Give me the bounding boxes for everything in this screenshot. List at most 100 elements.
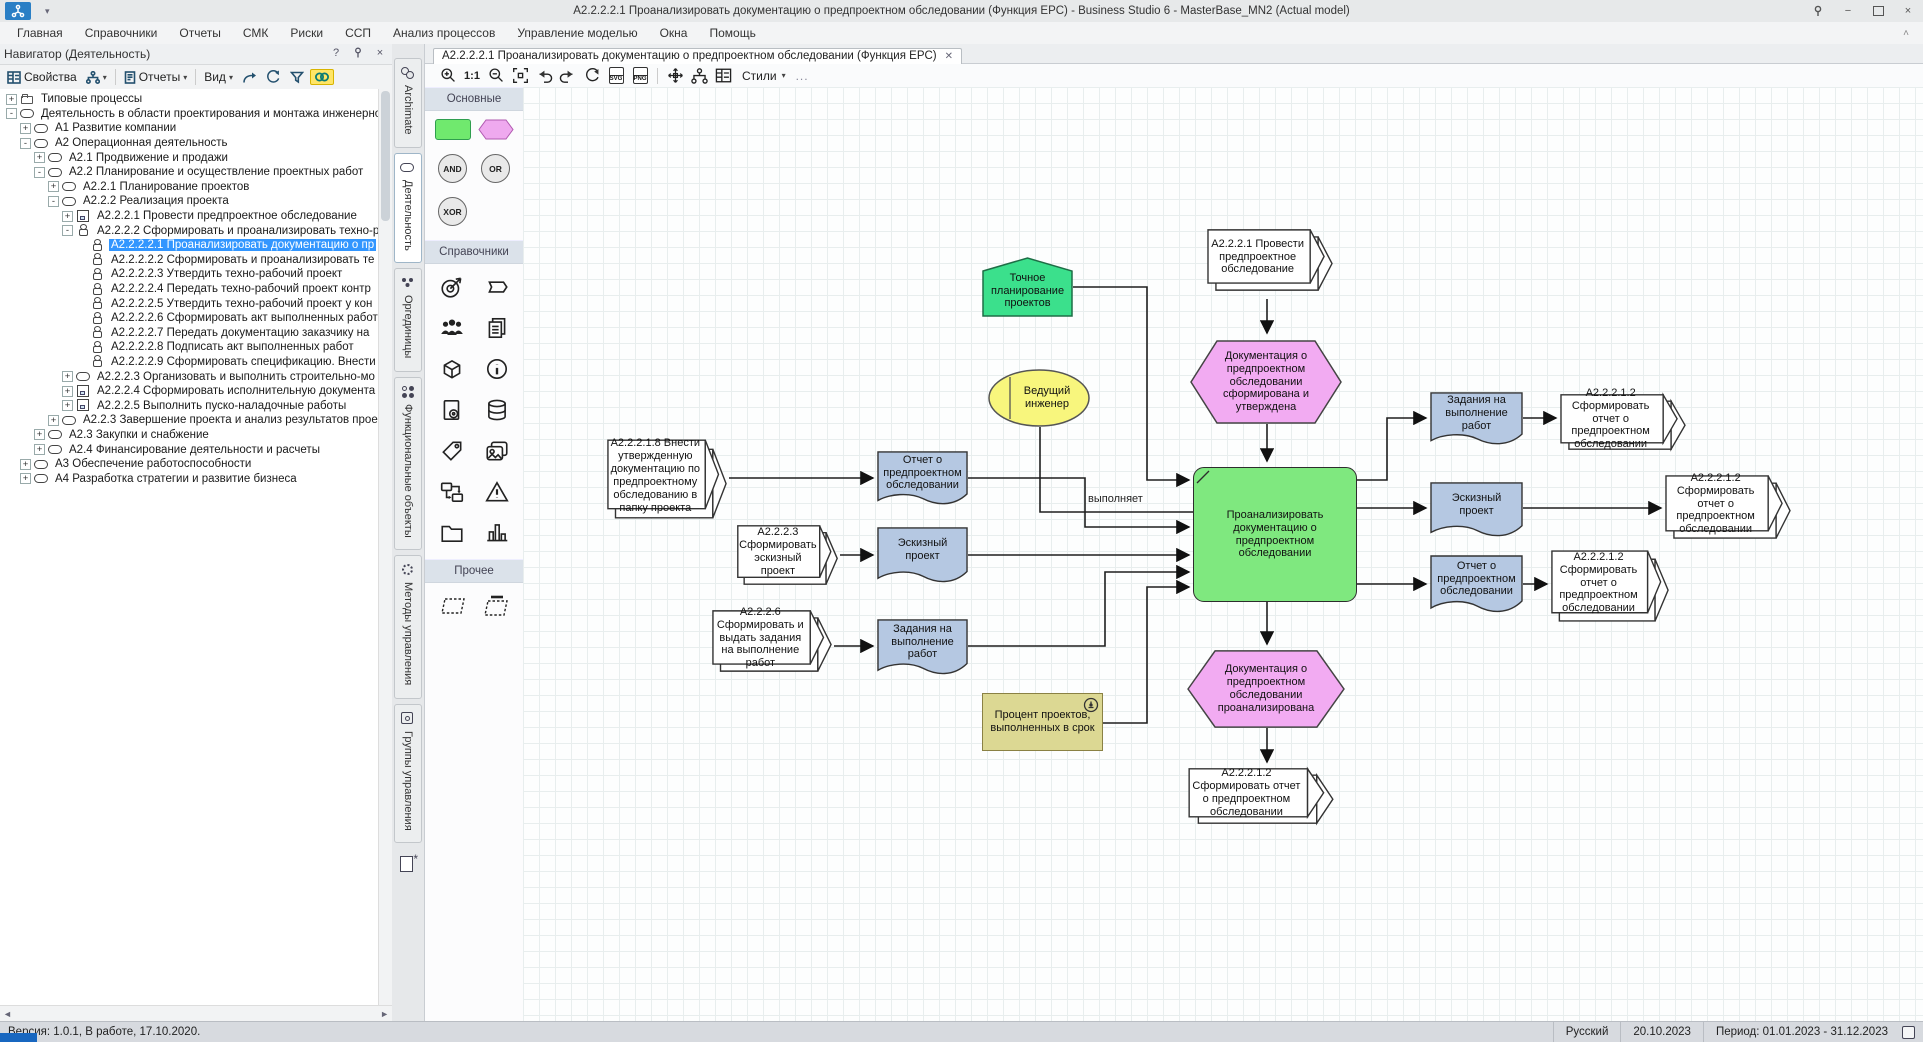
- node-doc-report-left[interactable]: Отчет о предпроектном обследовании: [877, 451, 968, 507]
- tree-item[interactable]: A2.2.2.2.2 Сформировать и проанализирова…: [0, 253, 379, 268]
- hierarchy-button[interactable]: ▾: [83, 70, 110, 85]
- org-units-icon[interactable]: [439, 315, 465, 344]
- tree-expander-icon[interactable]: +: [20, 459, 31, 470]
- node-doc-sketch-left[interactable]: Эскизный проект: [877, 527, 968, 585]
- tree-expander-icon[interactable]: +: [48, 415, 59, 426]
- tree-horizontal-scrollbar[interactable]: ◄ ►: [0, 1005, 392, 1022]
- diagram-properties-button[interactable]: [714, 67, 732, 85]
- node-role-engineer[interactable]: Ведущий инженер: [988, 369, 1090, 427]
- styles-dropdown-icon[interactable]: ▾: [782, 71, 786, 80]
- palette-event-shape[interactable]: [478, 119, 514, 140]
- media-document-icon[interactable]: [439, 397, 465, 426]
- close-button[interactable]: ×: [1893, 0, 1923, 22]
- tree-expander-icon[interactable]: +: [34, 444, 45, 455]
- tree-item[interactable]: - A2.2.2.2 Сформировать и проанализирова…: [0, 223, 379, 238]
- object-icon[interactable]: [439, 356, 465, 385]
- export-png-button[interactable]: PNG: [631, 67, 649, 85]
- tree-expander-icon[interactable]: -: [20, 138, 31, 149]
- palette-category-tab[interactable]: Группы управления: [394, 704, 422, 844]
- info-icon[interactable]: [484, 356, 510, 385]
- node-interface-report-3[interactable]: A2.2.2.1.2 Сформировать отчет о предпрое…: [1551, 550, 1669, 622]
- tree-expander-icon[interactable]: -: [6, 108, 17, 119]
- frame-icon[interactable]: [440, 595, 466, 620]
- hierarchy-view-button[interactable]: [690, 67, 708, 85]
- navigator-pin-icon[interactable]: [350, 47, 366, 61]
- node-interface-a22218[interactable]: A2.2.2.1.8 Внести утвержденную документа…: [607, 439, 727, 519]
- menu-item[interactable]: СМК: [232, 24, 280, 42]
- tree-expander-icon[interactable]: +: [62, 386, 73, 397]
- new-diagram-icon[interactable]: [398, 854, 418, 876]
- node-doc-sketch-right[interactable]: Эскизный проект: [1430, 482, 1523, 539]
- diagram-canvas[interactable]: выполняет Точное планирование проектов A…: [523, 87, 1923, 1022]
- node-interface-a2223[interactable]: A2.2.2.3 Сформировать эскизный проект: [737, 525, 838, 585]
- tree-item[interactable]: A2.2.2.2.5 Утвердить техно-рабочий проек…: [0, 296, 379, 311]
- link-filter-icon[interactable]: [310, 69, 334, 85]
- properties-button[interactable]: Свойства: [4, 69, 80, 85]
- node-interface-report-1[interactable]: A2.2.2.1.2 Сформировать отчет о предпрое…: [1560, 394, 1686, 450]
- palette-and-gateway[interactable]: AND: [438, 154, 467, 183]
- zoom-in-button[interactable]: [439, 67, 457, 85]
- tree-item[interactable]: + A4 Разработка стратегии и развитие биз…: [0, 471, 379, 486]
- tree-item[interactable]: - A2.2.2 Реализация проекта: [0, 194, 379, 209]
- risk-icon[interactable]: [484, 479, 510, 508]
- tree-item[interactable]: A2.2.2.2.4 Передать техно-рабочий проект…: [0, 282, 379, 297]
- menu-item[interactable]: Справочники: [74, 24, 169, 42]
- menu-item[interactable]: Помощь: [698, 24, 766, 42]
- restore-button[interactable]: [1863, 0, 1893, 22]
- images-icon[interactable]: [484, 438, 510, 467]
- notes-icon[interactable]: [1902, 1026, 1915, 1039]
- tree-item[interactable]: A2.2.2.2.1 Проанализировать документацию…: [0, 238, 379, 253]
- scroll-left-icon[interactable]: ◄: [3, 1009, 12, 1019]
- menu-item[interactable]: Окна: [649, 24, 699, 42]
- tree-item[interactable]: + A3 Обеспечение работоспособности: [0, 457, 379, 472]
- palette-category-tab[interactable]: Оргединицы: [394, 268, 422, 371]
- tree-item[interactable]: + A2.2.2.3 Организовать и выполнить стро…: [0, 369, 379, 384]
- node-interface-report-2[interactable]: A2.2.2.1.2 Сформировать отчет о предпрое…: [1665, 475, 1791, 539]
- tree-expander-icon[interactable]: +: [48, 181, 59, 192]
- tree-expander-icon[interactable]: +: [62, 371, 73, 382]
- navigator-close-icon[interactable]: ×: [372, 47, 388, 61]
- node-doc-tasks-right[interactable]: Задания на выполнение работ: [1430, 392, 1523, 447]
- tree-item[interactable]: + A2.2.2.1 Провести предпроектное обслед…: [0, 209, 379, 224]
- minimize-button[interactable]: −: [1833, 0, 1863, 22]
- scroll-right-icon[interactable]: ►: [380, 1009, 389, 1019]
- palette-category-tab[interactable]: Методы управления: [394, 555, 422, 698]
- zoom-out-button[interactable]: [487, 67, 505, 85]
- indicators-icon[interactable]: [484, 520, 510, 549]
- tab-close-icon[interactable]: ✕: [945, 51, 953, 62]
- tree-expander-icon[interactable]: -: [48, 196, 59, 207]
- menu-item[interactable]: Риски: [279, 24, 334, 42]
- menu-item[interactable]: ССП: [334, 24, 382, 42]
- filter-icon[interactable]: [287, 70, 307, 85]
- share-arrow-icon[interactable]: [239, 70, 260, 85]
- ribbon-collapse-icon[interactable]: ˄: [1903, 28, 1909, 39]
- palette-function-shape[interactable]: [435, 119, 471, 140]
- pan-button[interactable]: [666, 67, 684, 85]
- tree-item[interactable]: + A1 Развитие компании: [0, 121, 379, 136]
- tree-item[interactable]: + Типовые процессы: [0, 92, 379, 107]
- fit-to-window-button[interactable]: [511, 67, 529, 85]
- tree-item[interactable]: - A2.2 Планирование и осуществление прое…: [0, 165, 379, 180]
- tree-expander-icon[interactable]: +: [34, 429, 45, 440]
- navigator-help-icon[interactable]: ?: [328, 47, 344, 61]
- tree-vertical-scrollbar[interactable]: [378, 89, 392, 1006]
- tree-expander-icon[interactable]: +: [20, 473, 31, 484]
- tree-expander-icon[interactable]: +: [20, 123, 31, 134]
- tree-item[interactable]: A2.2.2.2.6 Сформировать акт выполненных …: [0, 311, 379, 326]
- undo-button[interactable]: [535, 67, 553, 85]
- node-doc-tasks-left[interactable]: Задания на выполнение работ: [877, 619, 968, 677]
- diagram-tab[interactable]: A2.2.2.2.1 Проанализировать документацию…: [433, 48, 962, 64]
- tree-item[interactable]: + A2.2.2.5 Выполнить пуско-наладочные ра…: [0, 398, 379, 413]
- redo-button[interactable]: [559, 67, 577, 85]
- view-dropdown-icon[interactable]: ▾: [229, 73, 233, 82]
- activity-icon[interactable]: [484, 274, 510, 303]
- styles-button[interactable]: Стили ▾: [738, 67, 790, 85]
- hierarchy-dropdown-icon[interactable]: ▾: [103, 73, 107, 82]
- node-interface-a2226[interactable]: A2.2.2.6 Сформировать и выдать задания н…: [712, 610, 832, 672]
- tree-expander-icon[interactable]: -: [34, 167, 45, 178]
- view-button[interactable]: Вид ▾: [201, 69, 236, 85]
- menu-item[interactable]: Управление моделью: [506, 24, 648, 42]
- reports-button[interactable]: Отчеты ▾: [121, 69, 191, 85]
- menu-item[interactable]: Анализ процессов: [382, 24, 506, 42]
- refresh-button[interactable]: [583, 67, 601, 85]
